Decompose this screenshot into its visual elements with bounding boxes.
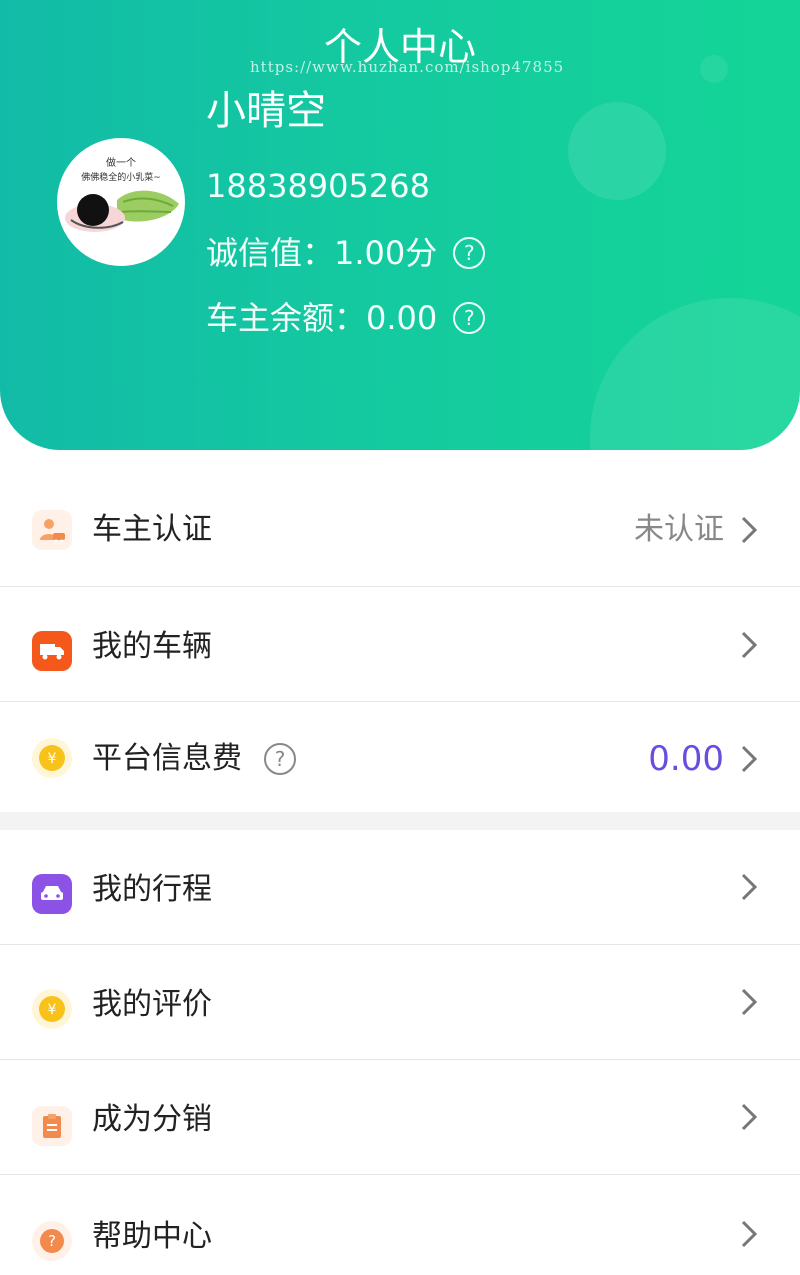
fee-label-group: 平台信息费 ? [92,739,296,779]
avatar-caption-mid: 佛佛稳全的小乳菜~ [81,173,161,183]
balance-value: 0.00 [366,299,438,337]
chevron-right-icon [741,1103,758,1131]
menu-item-my-vehicles[interactable]: 我的车辆 [0,587,800,702]
menu-label: 车主认证 [92,512,212,547]
menu-label: 我的车辆 [92,629,212,664]
balance-help-icon[interactable]: ? [453,302,486,334]
fee-value: 0.00 [648,739,724,779]
username: 小晴空 [206,88,326,134]
fee-help-icon[interactable]: ? [264,743,296,775]
person-car-icon [32,510,72,550]
profile-header: 个人中心 https://www.huzhan.com/ishop47855 做… [0,0,800,450]
credit-value: 1.00分 [334,234,438,272]
decor-bubble [568,102,666,200]
menu-label: 成为分销 [92,1102,212,1137]
svg-text:¥: ¥ [48,1002,57,1018]
avatar-caption-top: 做一个 [106,158,136,169]
svg-text:?: ? [48,1232,56,1250]
decor-bubble [590,298,800,450]
owner-balance: 车主余额： 0.00 ? [206,298,486,338]
menu-item-my-trips[interactable]: 我的行程 [0,830,800,945]
chevron-right-icon [741,873,758,901]
menu-label: 平台信息费 [92,741,242,776]
question-icon: ? [32,1221,72,1261]
phone-number: 18838905268 [206,167,430,205]
menu-item-platform-fee[interactable]: ¥ 平台信息费 ? 0.00 [0,702,800,812]
menu-item-become-distributor[interactable]: 成为分销 [0,1060,800,1175]
chevron-right-icon [741,988,758,1016]
car-icon [32,874,72,914]
watermark-text: https://www.huzhan.com/ishop47855 [250,58,565,76]
section-gap [0,812,800,830]
chevron-right-icon [741,745,758,773]
truck-icon [32,631,72,671]
menu-item-owner-cert[interactable]: 车主认证 未认证 [0,472,800,587]
chevron-right-icon [741,631,758,659]
credit-help-icon[interactable]: ? [453,237,486,269]
credit-label: 诚信值： [206,234,335,272]
menu-label: 帮助中心 [92,1219,212,1254]
credit-score: 诚信值： 1.00分 ? [206,233,486,273]
svg-text:¥: ¥ [48,751,57,767]
chevron-right-icon [741,516,758,544]
clipboard-icon [32,1106,72,1146]
cert-status: 未认证 [634,512,724,547]
yuan-coin-icon: ¥ [32,989,72,1029]
yuan-coin-icon: ¥ [32,738,72,778]
menu-item-my-reviews[interactable]: ¥ 我的评价 [0,945,800,1060]
menu-label: 我的行程 [92,872,212,907]
menu-item-help-center[interactable]: ? 帮助中心 [0,1175,800,1275]
balance-label: 车主余额： [206,299,367,337]
avatar[interactable]: 做一个 佛佛稳全的小乳菜~ [57,138,185,266]
chevron-right-icon [741,1220,758,1248]
menu-label: 我的评价 [92,987,212,1022]
